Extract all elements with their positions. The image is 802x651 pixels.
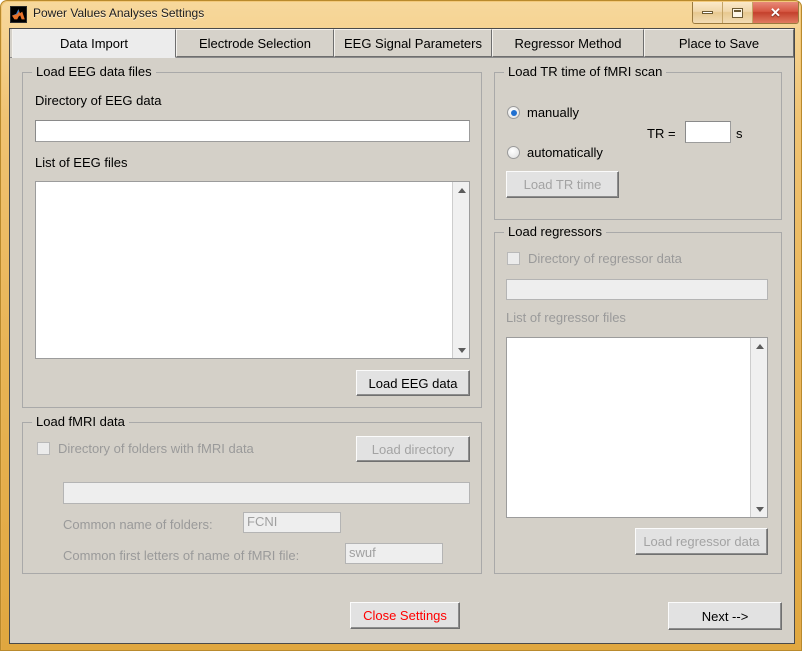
minimize-button[interactable] [693,2,723,23]
scroll-down-icon[interactable] [453,342,469,358]
regressor-directory-input[interactable] [506,279,768,300]
panel-title: Load EEG data files [32,64,156,79]
regressor-directory-checkbox-row[interactable]: Directory of regressor data [507,251,682,266]
label-common-name-of-folders: Common name of folders: [63,517,213,532]
maximize-icon [732,7,743,18]
scroll-up-icon[interactable] [751,338,767,354]
label-directory-of-regressor-data: Directory of regressor data [528,251,682,266]
checkbox-icon[interactable] [37,442,50,455]
panel-load-regressors: Load regressors Directory of regressor d… [494,224,782,574]
checkbox-icon[interactable] [507,252,520,265]
radio-automatically[interactable]: automatically [507,145,603,160]
next-button[interactable]: Next --> [668,602,782,630]
panel-title: Load TR time of fMRI scan [504,64,667,79]
regressor-files-listbox[interactable] [506,337,768,518]
close-icon: ✕ [770,5,781,20]
close-window-button[interactable]: ✕ [753,2,798,23]
tab-data-import[interactable]: Data Import [12,29,176,58]
load-eeg-data-button[interactable]: Load EEG data [356,370,470,396]
label-tr: TR = [647,126,676,141]
panel-load-fmri-data: Load fMRI data Directory of folders with… [22,414,482,574]
tab-label: EEG Signal Parameters [343,35,482,51]
tab-label: Electrode Selection [198,35,311,51]
eeg-files-listbox[interactable] [35,181,470,359]
label-list-of-regressor-files: List of regressor files [506,310,626,325]
tab-panel-data-import: Load EEG data files Directory of EEG dat… [10,57,794,643]
common-file-prefix-input[interactable]: swuf [345,543,443,564]
maximize-button[interactable] [723,2,753,23]
close-settings-button[interactable]: Close Settings [350,602,460,629]
tab-place-to-save[interactable]: Place to Save [644,29,794,57]
tr-value-input[interactable] [685,121,731,143]
radio-selected-icon[interactable] [507,106,520,119]
radio-manually[interactable]: manually [507,105,579,120]
label-directory-of-folders-with-fmri-data: Directory of folders with fMRI data [58,441,254,456]
tab-label: Data Import [60,36,128,51]
tab-label: Regressor Method [514,35,622,51]
load-directory-button[interactable]: Load directory [356,436,470,462]
eeg-directory-input[interactable] [35,120,470,142]
tab-label: Place to Save [678,35,760,51]
tab-regressor-method[interactable]: Regressor Method [492,29,644,57]
scroll-down-icon[interactable] [751,501,767,517]
scroll-up-icon[interactable] [453,182,469,198]
tab-eeg-signal-parameters[interactable]: EEG Signal Parameters [334,29,492,57]
minimize-icon [702,11,713,14]
label-common-first-letters-of-fmri-file: Common first letters of name of fMRI fil… [63,548,300,563]
application-window: Power Values Analyses Settings ✕ Data Im… [0,0,802,651]
regressor-listbox-scrollbar[interactable] [750,338,767,517]
panel-title: Load fMRI data [32,414,129,429]
tab-strip: Data Import Electrode Selection EEG Sign… [10,29,794,58]
label-list-of-eeg-files: List of EEG files [35,155,128,170]
radio-label-manually: manually [527,105,580,120]
tab-electrode-selection[interactable]: Electrode Selection [176,29,334,57]
load-regressor-data-button[interactable]: Load regressor data [635,528,768,555]
title-bar: Power Values Analyses Settings ✕ [1,1,802,28]
panel-title: Load regressors [504,224,606,239]
fmri-directory-checkbox-row[interactable]: Directory of folders with fMRI data [37,441,254,456]
radio-unselected-icon[interactable] [507,146,520,159]
window-controls: ✕ [692,2,799,24]
fmri-directory-input[interactable] [63,482,470,504]
client-area: Data Import Electrode Selection EEG Sign… [9,28,795,644]
window-title: Power Values Analyses Settings [33,6,205,20]
eeg-listbox-scrollbar[interactable] [452,182,469,358]
panel-load-tr-time: Load TR time of fMRI scan manually TR = … [494,64,782,220]
common-folder-name-input[interactable]: FCNI [243,512,341,533]
label-directory-of-eeg-data: Directory of EEG data [35,93,162,108]
matlab-logo-icon [10,6,27,23]
load-tr-time-button[interactable]: Load TR time [506,171,619,198]
label-tr-unit: s [736,126,743,141]
radio-label-automatically: automatically [527,145,603,160]
panel-load-eeg-data-files: Load EEG data files Directory of EEG dat… [22,64,482,408]
